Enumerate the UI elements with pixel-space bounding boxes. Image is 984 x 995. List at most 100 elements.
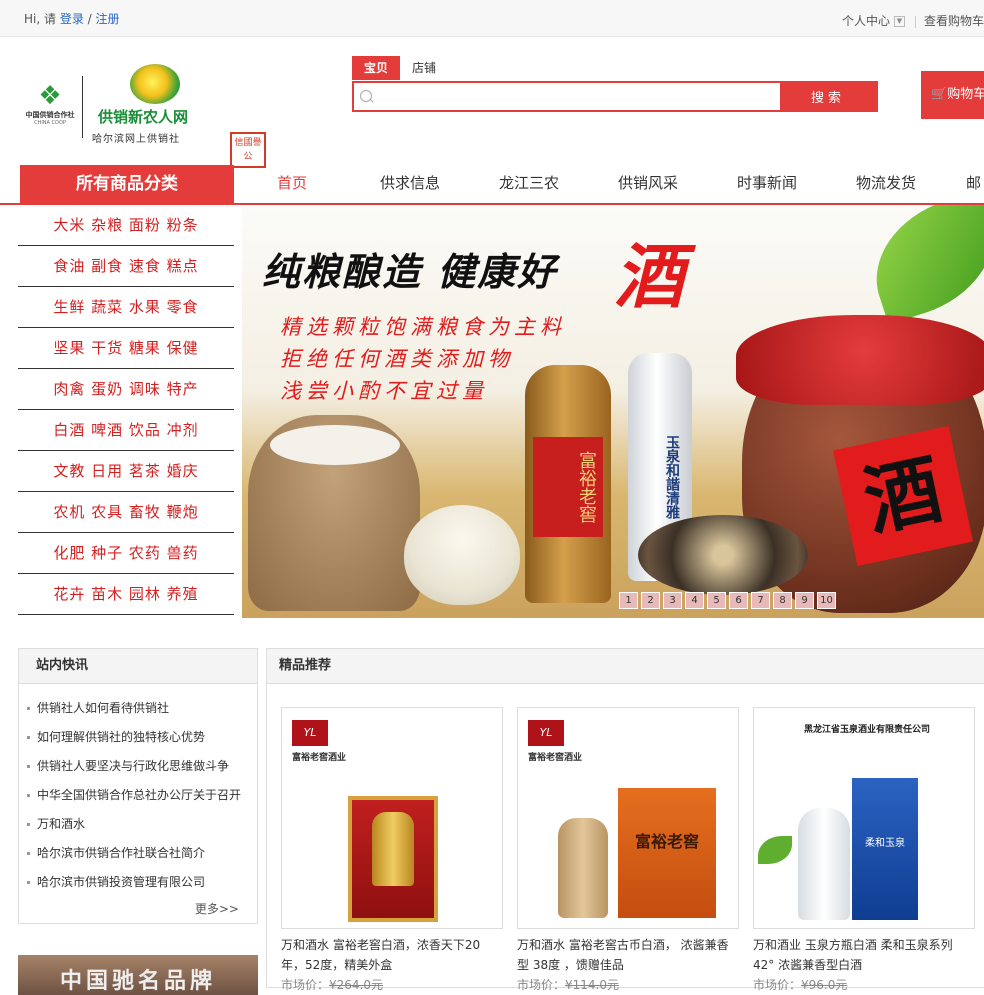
nav-home[interactable]: 首页 (277, 165, 307, 203)
cart-button[interactable]: 🛒购物车 (921, 71, 984, 119)
news-item-text: 供销社人要坚决与行政化思维做斗争 (37, 759, 230, 773)
bottle-label: 富裕老窖 (533, 437, 603, 537)
category-item[interactable]: 生鲜 蔬菜 水果 零食 (18, 287, 234, 328)
news-item-text: 哈尔滨市供销投资管理有限公司 (37, 875, 206, 889)
bullet (27, 881, 30, 884)
pager-dot[interactable]: 2 (641, 592, 660, 609)
coop-logo: ❖ 中国供销合作社 CHINA COOP (22, 82, 78, 130)
category-item[interactable]: 白酒 啤酒 饮品 冲剂 (18, 410, 234, 451)
news-item[interactable]: 哈尔滨市供销投资管理有限公司 (27, 869, 257, 898)
category-item[interactable]: 花卉 苗木 园林 养殖 (18, 574, 234, 615)
product-image[interactable]: 黑龙江省玉泉酒业有限责任公司 柔和玉泉 (753, 707, 975, 929)
news-item-text: 万和酒水 (37, 817, 86, 831)
all-categories-button[interactable]: 所有商品分类 (20, 165, 234, 205)
chevron-down-icon[interactable]: ▼ (893, 16, 905, 27)
top-right-links: 个人中心 ▼ 查看购物车 (842, 12, 984, 29)
pager-dot[interactable]: 10 (817, 592, 836, 609)
grain-sack-image (248, 415, 420, 611)
tab-products[interactable]: 宝贝 (352, 56, 401, 80)
nav-coop-style[interactable]: 供销风采 (618, 165, 678, 203)
pager-dot[interactable]: 5 (707, 592, 726, 609)
price-label: 市场价： (753, 978, 802, 992)
site-logo[interactable]: ❖ 中国供销合作社 CHINA COOP 供销新农人网 哈尔滨网上供销社 信國譽… (18, 52, 266, 168)
featured-products: 精品推荐 YL 富裕老窖酒业 万和酒水 富裕老窖白酒，浓香天下20年，52度，精… (266, 648, 984, 992)
price-label: 市场价： (517, 978, 566, 992)
pager-dot[interactable]: 4 (685, 592, 704, 609)
featured-title: 精品推荐 (267, 649, 984, 684)
pager-dot[interactable]: 1 (619, 592, 638, 609)
account-center-link[interactable]: 个人中心 (842, 14, 890, 28)
category-item[interactable]: 坚果 干货 糖果 保健 (18, 328, 234, 369)
brand-logo: YL (528, 720, 564, 746)
sun-emblem-icon (130, 64, 180, 104)
news-item-text: 如何理解供销社的独特核心优势 (37, 730, 206, 744)
bullet (27, 823, 30, 826)
jar-label: 酒 (833, 426, 973, 566)
news-item[interactable]: 万和酒水 (27, 811, 257, 840)
news-item-text: 哈尔滨市供销合作社联合社简介 (37, 846, 206, 860)
category-item[interactable]: 农机 农具 畜牧 鞭炮 (18, 492, 234, 533)
news-item[interactable]: 中华全国供销合作总社办公厅关于召开 (27, 782, 257, 811)
news-more-link[interactable]: 更多>> (195, 900, 239, 917)
product-name[interactable]: 万和酒水 富裕老窖白酒，浓香天下20年，52度，精美外盒 (281, 935, 503, 975)
pager-dot[interactable]: 7 (751, 592, 770, 609)
product-card[interactable]: YL 富裕老窖酒业 万和酒水 富裕老窖白酒，浓香天下20年，52度，精美外盒 市… (281, 707, 503, 995)
liquor-bottle-gold: 富裕老窖 (525, 365, 611, 603)
tab-shops[interactable]: 店铺 (400, 56, 448, 80)
product-name[interactable]: 万和酒水 富裕老窖古币白酒， 浓酱兼香型 38度 ，馈赠佳品 (517, 935, 739, 975)
bullet (27, 794, 30, 797)
bullet (27, 852, 30, 855)
product-price: 市场价：¥264.0元 (281, 975, 503, 995)
category-item[interactable]: 食油 副食 速食 糕点 (18, 246, 234, 287)
category-item[interactable]: 文教 日用 茗茶 婚庆 (18, 451, 234, 492)
view-cart-link[interactable]: 查看购物车 (924, 14, 984, 28)
product-box-image: 富裕老窖 (618, 788, 716, 918)
register-link[interactable]: 注册 (96, 12, 120, 26)
logo-divider (82, 76, 83, 138)
banner-pager: 1 2 3 4 5 6 7 8 9 10 (619, 592, 839, 609)
greeting-area: Hi, 请 登录 / 注册 (24, 10, 120, 27)
search-input[interactable] (380, 86, 774, 109)
nav-post[interactable]: 邮 (966, 165, 981, 203)
price-value: ¥264.0元 (329, 978, 384, 992)
cart-icon: 🛒 (931, 87, 948, 102)
search-tabs: 宝贝 店铺 (352, 56, 448, 82)
nav-supply-demand[interactable]: 供求信息 (380, 165, 440, 203)
pager-dot[interactable]: 9 (795, 592, 814, 609)
divider (914, 15, 916, 28)
cart-label: 购物车 (947, 87, 984, 102)
product-company: 富裕老窖酒业 (528, 753, 583, 763)
news-item[interactable]: 供销社人如何看待供销社 (27, 695, 257, 724)
category-item[interactable]: 化肥 种子 农药 兽药 (18, 533, 234, 574)
price-value: ¥114.0元 (565, 978, 620, 992)
nav-logistics[interactable]: 物流发货 (856, 165, 916, 203)
news-item[interactable]: 哈尔滨市供销合作社联合社简介 (27, 840, 257, 869)
product-card[interactable]: YL 富裕老窖酒业 富裕老窖 万和酒水 富裕老窖古币白酒， 浓酱兼香型 38度 … (517, 707, 739, 995)
leaf-decoration (758, 836, 792, 864)
product-image[interactable]: YL 富裕老窖酒业 富裕老窖 (517, 707, 739, 929)
pager-dot[interactable]: 3 (663, 592, 682, 609)
banner-headline: 纯粮酿造 健康好 (262, 250, 558, 294)
product-card[interactable]: 黑龙江省玉泉酒业有限责任公司 柔和玉泉 万和酒业 玉泉方瓶白酒 柔和玉泉系列 4… (753, 707, 975, 995)
banner-line-2: 拒绝任何酒类添加物 (280, 347, 514, 371)
bullet (27, 765, 30, 768)
coop-name: 中国供销合作社 (25, 111, 75, 119)
nav-longjiang-sannong[interactable]: 龙江三农 (499, 165, 559, 203)
product-name[interactable]: 万和酒业 玉泉方瓶白酒 柔和玉泉系列 42° 浓酱兼香型白酒 (753, 935, 975, 975)
news-box: 站内快讯 供销社人如何看待供销社 如何理解供销社的独特核心优势 供销社人要坚决与… (18, 648, 258, 924)
category-item[interactable]: 大米 杂粮 面粉 粉条 (18, 205, 234, 246)
login-link[interactable]: 登录 (60, 12, 84, 26)
news-item[interactable]: 供销社人要坚决与行政化思维做斗争 (27, 753, 257, 782)
product-image[interactable]: YL 富裕老窖酒业 (281, 707, 503, 929)
news-item[interactable]: 如何理解供销社的独特核心优势 (27, 724, 257, 753)
pager-dot[interactable]: 6 (729, 592, 748, 609)
promo-banner[interactable]: 纯粮酿造 健康好 酒 精选颗粒饱满粮食为主料 拒绝任何酒类添加物 浅尝小酌不宜过… (242, 205, 984, 618)
pager-dot[interactable]: 8 (773, 592, 792, 609)
price-value: ¥96.0元 (801, 978, 848, 992)
bottle-image (798, 808, 850, 920)
search-button[interactable]: 搜索 (780, 83, 876, 110)
nav-news[interactable]: 时事新闻 (737, 165, 797, 203)
category-item[interactable]: 肉禽 蛋奶 调味 特产 (18, 369, 234, 410)
brand-ad-banner[interactable]: 中国驰名品牌 (18, 955, 258, 995)
search-icon (360, 90, 372, 102)
